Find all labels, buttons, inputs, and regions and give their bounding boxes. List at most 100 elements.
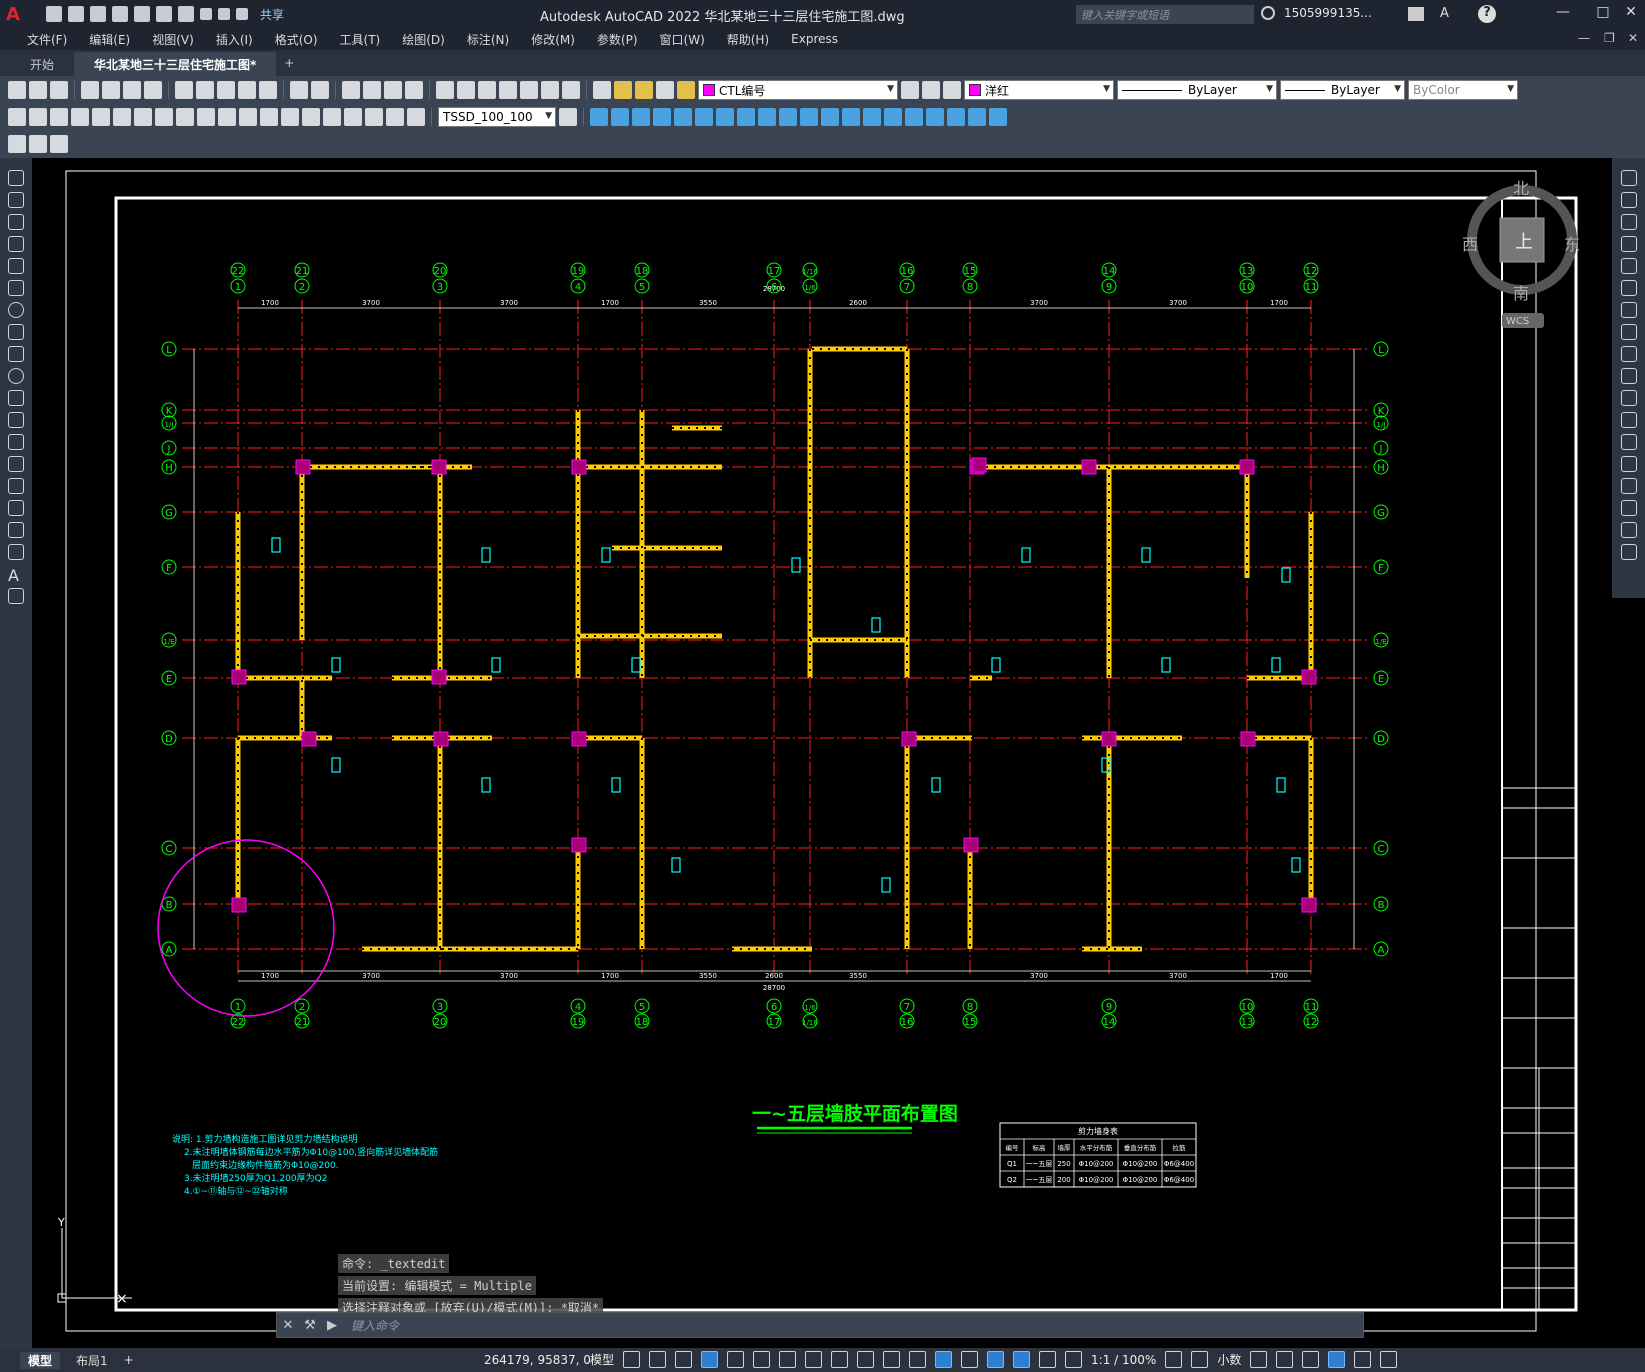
layer-previous-icon[interactable]: [922, 81, 940, 99]
doc-restore-button[interactable]: ❐: [1604, 31, 1615, 45]
menu-express[interactable]: Express: [780, 32, 849, 46]
dim-continue-icon[interactable]: [218, 108, 236, 126]
pan-icon[interactable]: [342, 81, 360, 99]
tssd-tool-8-icon[interactable]: [737, 108, 755, 126]
customize-icon[interactable]: ⚒: [299, 1318, 321, 1333]
chamfer-icon[interactable]: [1621, 478, 1637, 494]
close-command-line-icon[interactable]: ✕: [277, 1318, 299, 1333]
move-icon[interactable]: [1621, 280, 1637, 296]
close-button[interactable]: ✕: [1618, 4, 1644, 20]
menu-window[interactable]: 窗口(W): [649, 31, 716, 48]
tssd-tool-13-icon[interactable]: [842, 108, 860, 126]
tssd-tool-16-icon[interactable]: [905, 108, 923, 126]
add-selected-icon[interactable]: [8, 588, 24, 604]
layer-freeze-icon[interactable]: [635, 81, 653, 99]
offset-icon[interactable]: [1621, 236, 1637, 252]
dim-radius-icon[interactable]: [92, 108, 110, 126]
tssd-tool-17-icon[interactable]: [926, 108, 944, 126]
rectangle-icon[interactable]: [8, 258, 24, 274]
block-editor-icon[interactable]: [259, 81, 277, 99]
menu-view[interactable]: 视图(V): [141, 31, 205, 48]
tssd-tool-3-icon[interactable]: [632, 108, 650, 126]
dim-style-icon[interactable]: [559, 108, 577, 126]
isodraft-icon[interactable]: [753, 1351, 771, 1368]
extend-icon[interactable]: [1621, 390, 1637, 406]
trim-icon[interactable]: [1621, 368, 1637, 384]
tssd-tool-6-icon[interactable]: [695, 108, 713, 126]
menu-parametric[interactable]: 参数(P): [586, 31, 649, 48]
dim-space-icon[interactable]: [239, 108, 257, 126]
autodesk-app-icon[interactable]: A: [1440, 6, 1458, 22]
sheet-set-icon[interactable]: [499, 81, 517, 99]
command-prompt-icon[interactable]: ▶: [321, 1318, 343, 1333]
design-center-icon[interactable]: [457, 81, 475, 99]
tab-layout1[interactable]: 布局1: [68, 1352, 116, 1369]
tssd-tool-7-icon[interactable]: [716, 108, 734, 126]
ellipse-arc-icon[interactable]: [8, 390, 24, 406]
extra-tool-3-icon[interactable]: [50, 135, 68, 153]
search-input[interactable]: 键入关键字或短语: [1076, 5, 1254, 24]
doc-minimize-button[interactable]: —: [1578, 31, 1590, 45]
table-icon[interactable]: [8, 544, 24, 560]
dim-edit-icon[interactable]: [365, 108, 383, 126]
break-icon[interactable]: [1621, 434, 1637, 450]
circle-icon[interactable]: [8, 302, 24, 318]
menu-insert[interactable]: 插入(I): [205, 31, 264, 48]
auto-scale-icon[interactable]: [1039, 1351, 1057, 1368]
fillet-icon[interactable]: [1621, 500, 1637, 516]
lineweight-dropdown[interactable]: ByLayer ▼: [1280, 80, 1405, 100]
explode-icon[interactable]: [1621, 544, 1637, 560]
spline-icon[interactable]: [8, 346, 24, 362]
menu-dimension[interactable]: 标注(N): [456, 31, 520, 48]
save-icon[interactable]: [50, 81, 68, 99]
match-properties-icon[interactable]: [238, 81, 256, 99]
polar-icon[interactable]: [727, 1351, 745, 1368]
clean-screen-icon[interactable]: [1354, 1351, 1372, 1368]
dim-arc-icon[interactable]: [50, 108, 68, 126]
zoom-window-icon[interactable]: [384, 81, 402, 99]
gradient-icon[interactable]: [8, 500, 24, 516]
line-icon[interactable]: [8, 170, 24, 186]
array-icon[interactable]: [1621, 258, 1637, 274]
annotation-scale-icon[interactable]: [1065, 1351, 1083, 1368]
viewcube-east[interactable]: 东: [1564, 235, 1580, 254]
dim-break-icon[interactable]: [260, 108, 278, 126]
dim-diameter-icon[interactable]: [134, 108, 152, 126]
menu-file[interactable]: 文件(F): [16, 31, 78, 48]
dynamic-ucs-icon[interactable]: [935, 1351, 953, 1368]
tssd-tool-12-icon[interactable]: [821, 108, 839, 126]
tab-model[interactable]: 模型: [20, 1351, 61, 1369]
stretch-icon[interactable]: [1621, 346, 1637, 362]
center-mark-icon[interactable]: [302, 108, 320, 126]
dim-text-edit-icon[interactable]: [386, 108, 404, 126]
calculator-icon[interactable]: [541, 81, 559, 99]
user-account[interactable]: 1505999135...: [1284, 6, 1372, 20]
tssd-tool-5-icon[interactable]: [674, 108, 692, 126]
extra-tool-2-icon[interactable]: [29, 135, 47, 153]
save-as-icon[interactable]: [112, 6, 128, 22]
quick-dim-icon[interactable]: [176, 108, 194, 126]
point-icon[interactable]: [8, 456, 24, 472]
drawing-svg[interactable]: 1700 3700 3700 1700 3550 2600 3700 3700 1700 1700…: [32, 158, 1612, 1348]
search-icon[interactable]: [1261, 6, 1275, 20]
hardware-acceleration-icon[interactable]: [1328, 1351, 1346, 1368]
customize-qat-icon[interactable]: [236, 8, 248, 20]
dimstyle-dropdown[interactable]: TSSD_100_100 ▼: [438, 107, 556, 127]
menu-format[interactable]: 格式(O): [264, 31, 329, 48]
lock-ui-icon[interactable]: [1276, 1351, 1294, 1368]
drawing-canvas[interactable]: 1700 3700 3700 1700 3550 2600 3700 3700 1700 1700…: [32, 158, 1612, 1348]
ellipse-icon[interactable]: [8, 368, 24, 384]
tssd-tool-4-icon[interactable]: [653, 108, 671, 126]
dim-baseline-icon[interactable]: [197, 108, 215, 126]
revcloud-icon[interactable]: [8, 324, 24, 340]
save-icon[interactable]: [90, 6, 106, 22]
coordinate-readout[interactable]: 264179, 95837, 0: [484, 1353, 591, 1367]
customize-status-icon[interactable]: [1380, 1351, 1398, 1368]
layer-viewport-icon[interactable]: [656, 81, 674, 99]
viewcube-south[interactable]: 南: [1513, 284, 1529, 303]
help-icon[interactable]: [562, 81, 580, 99]
command-input[interactable]: 键入命令: [351, 1317, 399, 1334]
layer-dropdown[interactable]: CTL编号 ▼: [698, 80, 898, 100]
construction-line-icon[interactable]: [8, 192, 24, 208]
selection-cycling-icon[interactable]: [883, 1351, 901, 1368]
